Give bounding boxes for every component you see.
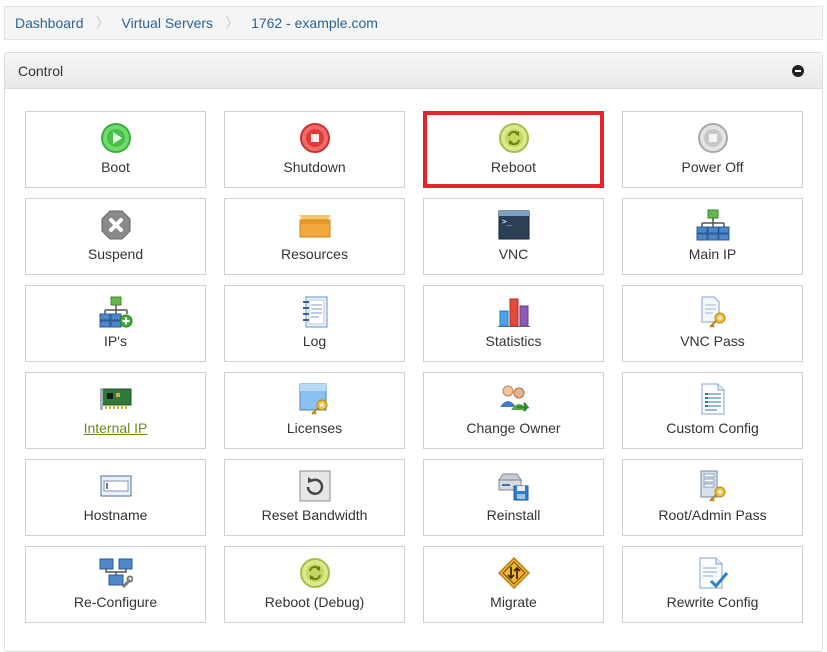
tile-label: Suspend (87, 246, 144, 262)
tile-statistics[interactable]: Statistics (423, 285, 604, 362)
network-add-icon (99, 296, 133, 328)
tile-label: IP's (104, 333, 127, 349)
tile-vnc-pass[interactable]: VNC Pass (622, 285, 803, 362)
tile-label: Re-Configure (73, 594, 158, 610)
network-card-icon (99, 384, 133, 414)
tile-power-off[interactable]: Power Off (622, 111, 803, 188)
tile-label: Reset Bandwidth (261, 507, 368, 523)
tile-reboot[interactable]: Reboot (423, 111, 604, 188)
log-notebook-icon (298, 296, 332, 328)
tile-label: Internal IP (83, 420, 148, 436)
collapse-icon[interactable] (792, 64, 804, 77)
tile-label: Reboot (Debug) (264, 594, 365, 610)
tile-shutdown[interactable]: Shutdown (224, 111, 405, 188)
play-icon (99, 123, 133, 153)
tile-boot[interactable]: Boot (25, 111, 206, 188)
tile-label: Migrate (490, 594, 537, 610)
svg-text:>_: >_ (502, 217, 512, 226)
breadcrumb-separator: 〉 (95, 15, 110, 31)
tile-resources[interactable]: Resources (224, 198, 405, 275)
config-document-icon (696, 383, 730, 415)
tile-label: Main IP (688, 246, 737, 262)
license-key-icon (298, 383, 332, 415)
power-off-icon (696, 123, 730, 153)
reconfigure-icon (99, 558, 133, 589)
network-icon (696, 209, 730, 241)
suspend-icon (99, 210, 133, 240)
tile-reinstall[interactable]: Reinstall (423, 459, 604, 536)
panel-title: Control (18, 62, 64, 79)
tile-label: Hostname (83, 507, 148, 523)
breadcrumb: Dashboard 〉 Virtual Servers 〉 1762 - exa… (4, 6, 823, 40)
reset-icon (298, 470, 332, 502)
key-document-icon (696, 296, 730, 328)
tile-label: VNC Pass (680, 333, 745, 349)
tile-label: Reinstall (486, 507, 541, 523)
tile-hostname[interactable]: Hostname (25, 459, 206, 536)
rewrite-config-icon (696, 557, 730, 589)
tile-label: VNC (498, 246, 529, 262)
migrate-sign-icon (497, 557, 531, 589)
stop-icon (298, 123, 332, 153)
tile-label: Statistics (485, 333, 542, 349)
reboot-icon (497, 123, 531, 153)
tile-label: Log (302, 333, 327, 349)
tile-rewrite-config[interactable]: Rewrite Config (622, 546, 803, 623)
reinstall-icon (497, 471, 531, 501)
tile-label: Resources (281, 246, 348, 262)
tile-label: Boot (101, 159, 130, 175)
breadcrumb-virtual-servers[interactable]: Virtual Servers (122, 15, 214, 31)
tile-label: Change Owner (466, 420, 561, 436)
tile-ip-s[interactable]: IP's (25, 285, 206, 362)
tile-custom-config[interactable]: Custom Config (622, 372, 803, 449)
tile-label: Shutdown (283, 159, 346, 175)
vnc-terminal-icon: >_ (497, 210, 531, 240)
root-pass-key-icon (696, 470, 730, 502)
tile-licenses[interactable]: Licenses (224, 372, 405, 449)
tile-re-configure[interactable]: Re-Configure (25, 546, 206, 623)
hostname-field-icon (99, 471, 133, 501)
panel-header: Control (5, 53, 822, 89)
tile-vnc[interactable]: >_ VNC (423, 198, 604, 275)
tile-log[interactable]: Log (224, 285, 405, 362)
tile-main-ip[interactable]: Main IP (622, 198, 803, 275)
tile-reboot-debug[interactable]: Reboot (Debug) (224, 546, 405, 623)
breadcrumb-separator: 〉 (225, 15, 240, 31)
tile-internal-ip[interactable]: Internal IP (25, 372, 206, 449)
statistics-chart-icon (497, 297, 531, 327)
change-owner-icon (497, 384, 531, 414)
tile-label: Licenses (286, 420, 343, 436)
breadcrumb-server[interactable]: 1762 - example.com (251, 15, 378, 31)
tile-label: Root/Admin Pass (658, 507, 767, 523)
tile-change-owner[interactable]: Change Owner (423, 372, 604, 449)
tile-label: Custom Config (666, 420, 759, 436)
tile-root-admin-pass[interactable]: Root/Admin Pass (622, 459, 803, 536)
tile-label: Rewrite Config (666, 594, 759, 610)
tile-label: Reboot (490, 159, 537, 175)
tile-suspend[interactable]: Suspend (25, 198, 206, 275)
breadcrumb-dashboard[interactable]: Dashboard (15, 15, 84, 31)
tile-label: Power Off (681, 159, 744, 175)
tile-reset-bandwidth[interactable]: Reset Bandwidth (224, 459, 405, 536)
reboot-debug-icon (298, 558, 332, 588)
resources-icon (298, 210, 332, 240)
tile-migrate[interactable]: Migrate (423, 546, 604, 623)
